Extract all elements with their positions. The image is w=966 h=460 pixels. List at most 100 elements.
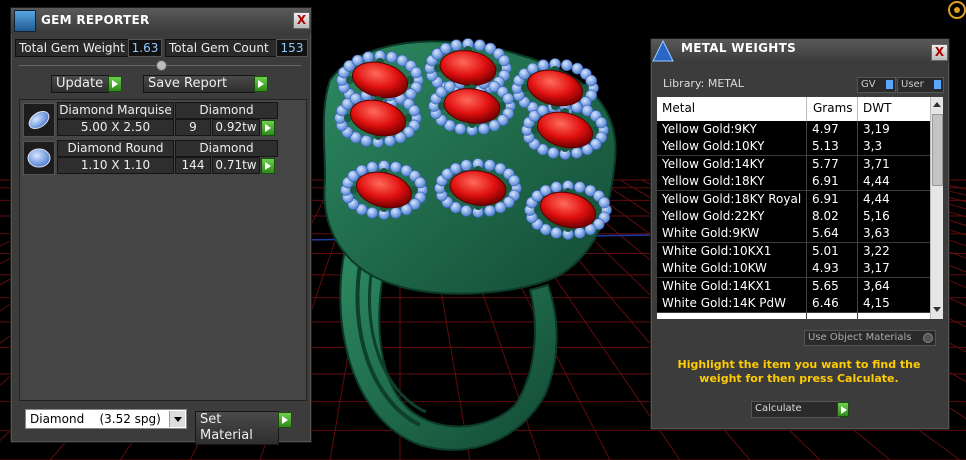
halo-diamond: [460, 159, 473, 171]
gem-name: Diamond Marquise: [57, 102, 174, 119]
grams-cell: 5.77: [812, 156, 839, 171]
column-header-metal[interactable]: Metal: [662, 101, 695, 115]
table-row[interactable]: White Gold:9KW 5.64 3,63: [657, 225, 930, 244]
halo-diamond: [443, 80, 456, 93]
update-button[interactable]: Update: [51, 75, 109, 93]
halo-diamond: [460, 205, 473, 217]
dwt-cell: 3,64: [863, 278, 890, 293]
metal-name-cell: White Gold:10KX1: [662, 243, 772, 258]
scroll-thumb[interactable]: [932, 114, 943, 186]
total-gem-weight-label: Total Gem Weight: [15, 39, 129, 57]
halo-diamond: [573, 227, 586, 239]
column-separator: [857, 121, 858, 319]
calculate-go-icon[interactable]: [837, 402, 849, 417]
halo-diamond: [560, 59, 573, 71]
total-gem-count-label: Total Gem Count: [165, 39, 277, 57]
halo-diamond: [473, 39, 486, 51]
dwt-cell: 3,22: [863, 243, 890, 258]
gem-list: Diamond Marquise Diamond 5.00 X 2.50 9 0…: [19, 99, 307, 401]
metal-weights-table: Metal Grams DWT Yellow Gold:9KY 4.97 3,19 Y…: [657, 97, 943, 319]
halo-diamond: [383, 135, 396, 147]
metal-name-cell: Yellow Gold:18KY Royal: [662, 191, 802, 206]
save-report-go-icon[interactable]: [254, 76, 268, 92]
metal-name-cell: Yellow Gold:22KY: [662, 209, 765, 223]
table-row[interactable]: Yellow Gold:18KY Royal 6.91 4,44: [657, 190, 930, 209]
scroll-down-icon[interactable]: [933, 307, 941, 312]
user-toggle-label: User: [901, 79, 924, 90]
dwt-cell: 3,63: [863, 226, 890, 241]
set-material-button[interactable]: Set Material: [195, 411, 279, 445]
grams-cell: 5.13: [812, 139, 839, 154]
dwt-cell: 3,19: [863, 122, 890, 136]
calculate-label: Calculate: [755, 403, 802, 414]
total-gem-weight-value: 1.63: [128, 39, 162, 57]
marquise-diamond-icon: [23, 103, 55, 137]
metal-weights-logo-icon: [651, 39, 675, 63]
halo-diamond: [450, 39, 463, 51]
halo-diamond: [449, 162, 462, 175]
halo-diamond: [389, 161, 402, 173]
splitter-knob-icon[interactable]: [156, 60, 167, 71]
chevron-down-icon[interactable]: [169, 411, 185, 427]
metal-name-cell: White Gold:14KX1: [662, 278, 772, 293]
grams-cell: 5.65: [812, 278, 839, 293]
table-row[interactable]: Yellow Gold:10KY 5.13 3,3: [657, 138, 930, 157]
metal-name-cell: Yellow Gold:18KY: [662, 174, 765, 189]
column-header-grams[interactable]: Grams: [813, 101, 853, 115]
table-row[interactable]: Yellow Gold:22KY 8.02 5,16: [657, 208, 930, 226]
halo-diamond: [585, 74, 597, 87]
gem-row-go-icon[interactable]: [261, 120, 275, 136]
grams-cell: 5.64: [812, 226, 839, 241]
table-row[interactable]: White Gold:10KX1 5.01 3,22: [657, 242, 930, 261]
gem-material: Diamond: [175, 140, 278, 157]
dwt-cell: 4,15: [863, 296, 890, 310]
gem-reporter-close-button[interactable]: X: [293, 12, 310, 29]
table-row[interactable]: White Gold:14KX1 5.65 3,64: [657, 277, 930, 296]
use-object-materials-checkbox[interactable]: Use Object Materials: [804, 330, 936, 346]
set-material-go-icon[interactable]: [278, 412, 292, 428]
table-row[interactable]: Yellow Gold:9KY 4.97 3,19: [657, 121, 930, 139]
table-scrollbar[interactable]: [930, 97, 943, 319]
update-go-icon[interactable]: [108, 76, 122, 92]
dwt-cell: 3,3: [863, 139, 883, 154]
save-report-button[interactable]: Save Report: [143, 75, 255, 93]
user-toggle[interactable]: User: [897, 77, 944, 93]
metal-weights-close-button[interactable]: X: [931, 44, 948, 61]
halo-diamond: [454, 123, 467, 135]
gem-reporter-titlebar[interactable]: GEM REPORTER X: [11, 8, 311, 34]
gem-row-go-icon[interactable]: [261, 158, 275, 174]
metal-name-cell: White Gold:14K PdW: [662, 296, 787, 310]
gem-size: 1.10 X 1.10: [57, 157, 174, 174]
table-row[interactable]: White Gold:14K PdW 6.46 4,15: [657, 295, 930, 313]
checkbox-radio-icon[interactable]: [923, 333, 933, 343]
halo-diamond: [573, 181, 586, 193]
table-row[interactable]: White Gold:10KW 4.93 3,17: [657, 260, 930, 279]
metal-name-cell: Yellow Gold:10KY: [662, 139, 765, 154]
column-header-dwt[interactable]: DWT: [863, 101, 891, 115]
halo-diamond: [547, 147, 560, 159]
halo-diamond: [477, 123, 490, 135]
scroll-up-icon[interactable]: [933, 102, 941, 107]
gem-name: Diamond Round: [57, 140, 174, 157]
metal-weights-titlebar[interactable]: METAL WEIGHTS X: [651, 39, 949, 63]
halo-diamond: [598, 196, 610, 209]
material-select-value: Diamond (3.52 spg): [30, 412, 161, 426]
calculate-button[interactable]: Calculate: [751, 401, 840, 418]
dwt-cell: 4,44: [863, 191, 890, 206]
gv-toggle[interactable]: GV: [857, 77, 896, 93]
halo-diamond: [439, 42, 452, 55]
gem-size: 5.00 X 2.50: [57, 119, 174, 136]
grams-cell: 6.46: [812, 296, 839, 310]
dwt-cell: 3,71: [863, 156, 890, 171]
halo-diamond: [385, 51, 398, 63]
halo-diamond: [595, 116, 607, 129]
total-gem-count-value: 153: [276, 39, 308, 57]
gem-weight: 0.92tw: [212, 119, 260, 136]
table-row[interactable]: Yellow Gold:14KY 5.77 3,71: [657, 155, 930, 174]
halo-diamond: [488, 119, 501, 132]
metal-name-cell: Yellow Gold:9KY: [662, 122, 757, 136]
table-row[interactable]: Yellow Gold:18KY 6.91 4,44: [657, 173, 930, 192]
grams-cell: 4.97: [812, 122, 839, 136]
material-select[interactable]: Diamond (3.52 spg): [25, 409, 187, 429]
halo-diamond: [550, 181, 563, 193]
